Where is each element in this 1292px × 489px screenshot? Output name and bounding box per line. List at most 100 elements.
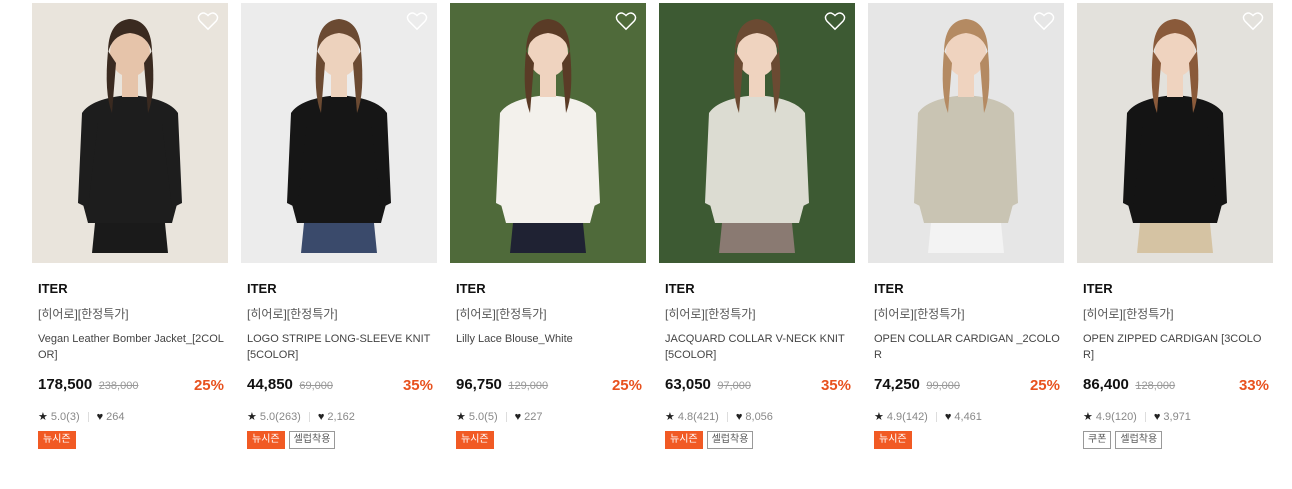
product-photo xyxy=(659,3,855,263)
badge-list: 뉴시즌 셀럽착용 xyxy=(665,431,785,453)
brand-name[interactable]: ITER xyxy=(665,281,855,296)
product-card[interactable]: ITER [히어로][한정특가] Lilly Lace Blouse_White… xyxy=(450,3,646,453)
product-card[interactable]: ITER [히어로][한정특가] Vegan Leather Bomber Ja… xyxy=(32,3,228,453)
badge: 셀럽착용 xyxy=(1115,431,1163,449)
badge: 뉴시즌 xyxy=(247,431,285,449)
rating: 4.9(120) xyxy=(1095,410,1137,423)
discount-rate: 25% xyxy=(1029,377,1060,394)
discount-rate: 25% xyxy=(193,377,224,394)
wishlist-heart-icon[interactable] xyxy=(1242,11,1264,31)
product-image[interactable] xyxy=(868,3,1064,263)
wishlist-heart-icon[interactable] xyxy=(615,11,637,31)
original-price: 69,000 xyxy=(299,380,333,392)
price-row: 86,400 128,000 33% xyxy=(1083,376,1273,396)
promo-tag: [히어로][한정특가] xyxy=(874,307,965,321)
divider xyxy=(935,411,937,422)
brand-name[interactable]: ITER xyxy=(247,281,437,296)
discount-rate: 25% xyxy=(611,377,642,394)
badge-list: 뉴시즌 xyxy=(38,431,158,453)
discount-rate: 35% xyxy=(820,377,851,394)
rating: 5.0(263) xyxy=(259,410,301,423)
product-name[interactable]: JACQUARD COLLAR V-NECK KNIT [5COLOR] xyxy=(665,331,851,363)
product-card[interactable]: ITER [히어로][한정특가] OPEN ZIPPED CARDIGAN [3… xyxy=(1077,3,1273,453)
review-meta: ★ 4.9(120) ♥ 3,971 xyxy=(1083,410,1273,424)
original-price: 97,000 xyxy=(717,380,751,392)
heart-icon: ♥ xyxy=(944,410,952,423)
product-name[interactable]: Vegan Leather Bomber Jacket_[2COLOR] xyxy=(38,331,224,363)
product-image[interactable] xyxy=(241,3,437,263)
sale-price: 63,050 xyxy=(665,376,711,393)
product-image[interactable] xyxy=(450,3,646,263)
review-meta: ★ 5.0(3) ♥ 264 xyxy=(38,410,228,424)
product-card[interactable]: ITER [히어로][한정특가] LOGO STRIPE LONG-SLEEVE… xyxy=(241,3,437,453)
badge: 셀럽착용 xyxy=(706,431,754,449)
like-count: 4,461 xyxy=(954,410,982,423)
promo-tag: [히어로][한정특가] xyxy=(38,307,129,321)
rating: 4.8(421) xyxy=(677,410,719,423)
badge: 뉴시즌 xyxy=(874,431,912,449)
badge: 셀럽착용 xyxy=(288,431,336,449)
badge-list: 뉴시즌 xyxy=(874,431,994,453)
badge-list: 뉴시즌 xyxy=(456,431,576,453)
promo-tag: [히어로][한정특가] xyxy=(247,307,338,321)
badge: 뉴시즌 xyxy=(456,431,494,449)
sale-price: 86,400 xyxy=(1083,376,1129,393)
rating: 5.0(3) xyxy=(50,410,80,423)
like-count: 227 xyxy=(524,410,543,423)
price-row: 96,750 129,000 25% xyxy=(456,376,646,396)
badge: 쿠폰 xyxy=(1083,431,1112,449)
sale-price: 74,250 xyxy=(874,376,920,393)
product-photo xyxy=(450,3,646,263)
product-name[interactable]: LOGO STRIPE LONG-SLEEVE KNIT [5COLOR] xyxy=(247,331,433,363)
wishlist-heart-icon[interactable] xyxy=(1033,11,1055,31)
promo-tag: [히어로][한정특가] xyxy=(1083,307,1174,321)
price-row: 44,850 69,000 35% xyxy=(247,376,437,396)
wishlist-heart-icon[interactable] xyxy=(197,11,219,31)
product-name[interactable]: OPEN ZIPPED CARDIGAN [3COLOR] xyxy=(1083,331,1269,363)
promo-tag: [히어로][한정특가] xyxy=(665,307,756,321)
price-row: 74,250 99,000 25% xyxy=(874,376,1064,396)
product-image[interactable] xyxy=(32,3,228,263)
review-meta: ★ 5.0(5) ♥ 227 xyxy=(456,410,646,424)
badge: 뉴시즌 xyxy=(665,431,703,449)
rating: 4.9(142) xyxy=(886,410,928,423)
badge: 뉴시즌 xyxy=(38,431,76,449)
brand-name[interactable]: ITER xyxy=(456,281,646,296)
promo-tag: [히어로][한정특가] xyxy=(456,307,547,321)
brand-name[interactable]: ITER xyxy=(1083,281,1273,296)
heart-icon: ♥ xyxy=(735,410,743,423)
product-image[interactable] xyxy=(1077,3,1273,263)
heart-icon: ♥ xyxy=(1153,410,1161,423)
discount-rate: 35% xyxy=(402,377,433,394)
star-icon: ★ xyxy=(874,411,884,423)
divider xyxy=(308,411,310,422)
review-meta: ★ 4.9(142) ♥ 4,461 xyxy=(874,410,1064,424)
like-count: 8,056 xyxy=(745,410,773,423)
price-row: 178,500 238,000 25% xyxy=(38,376,228,396)
product-card[interactable]: ITER [히어로][한정특가] JACQUARD COLLAR V-NECK … xyxy=(659,3,855,453)
badge-list: 뉴시즌 셀럽착용 xyxy=(247,431,367,453)
original-price: 238,000 xyxy=(98,380,139,392)
star-icon: ★ xyxy=(247,411,257,423)
like-count: 2,162 xyxy=(327,410,355,423)
sale-price: 44,850 xyxy=(247,376,293,393)
brand-name[interactable]: ITER xyxy=(38,281,228,296)
original-price: 128,000 xyxy=(1135,380,1176,392)
wishlist-heart-icon[interactable] xyxy=(406,11,428,31)
heart-icon: ♥ xyxy=(514,410,522,423)
wishlist-heart-icon[interactable] xyxy=(824,11,846,31)
review-meta: ★ 5.0(263) ♥ 2,162 xyxy=(247,410,437,424)
product-name[interactable]: Lilly Lace Blouse_White xyxy=(456,331,642,363)
divider xyxy=(87,411,89,422)
original-price: 99,000 xyxy=(926,380,960,392)
star-icon: ★ xyxy=(1083,411,1093,423)
heart-icon: ♥ xyxy=(317,410,325,423)
like-count: 264 xyxy=(106,410,125,423)
product-grid: ITER [히어로][한정특가] Vegan Leather Bomber Ja… xyxy=(0,0,1292,489)
product-card[interactable]: ITER [히어로][한정특가] OPEN COLLAR CARDIGAN _2… xyxy=(868,3,1064,453)
brand-name[interactable]: ITER xyxy=(874,281,1064,296)
product-image[interactable] xyxy=(659,3,855,263)
sale-price: 178,500 xyxy=(38,376,93,393)
product-name[interactable]: OPEN COLLAR CARDIGAN _2COLOR xyxy=(874,331,1060,363)
discount-rate: 33% xyxy=(1238,377,1269,394)
